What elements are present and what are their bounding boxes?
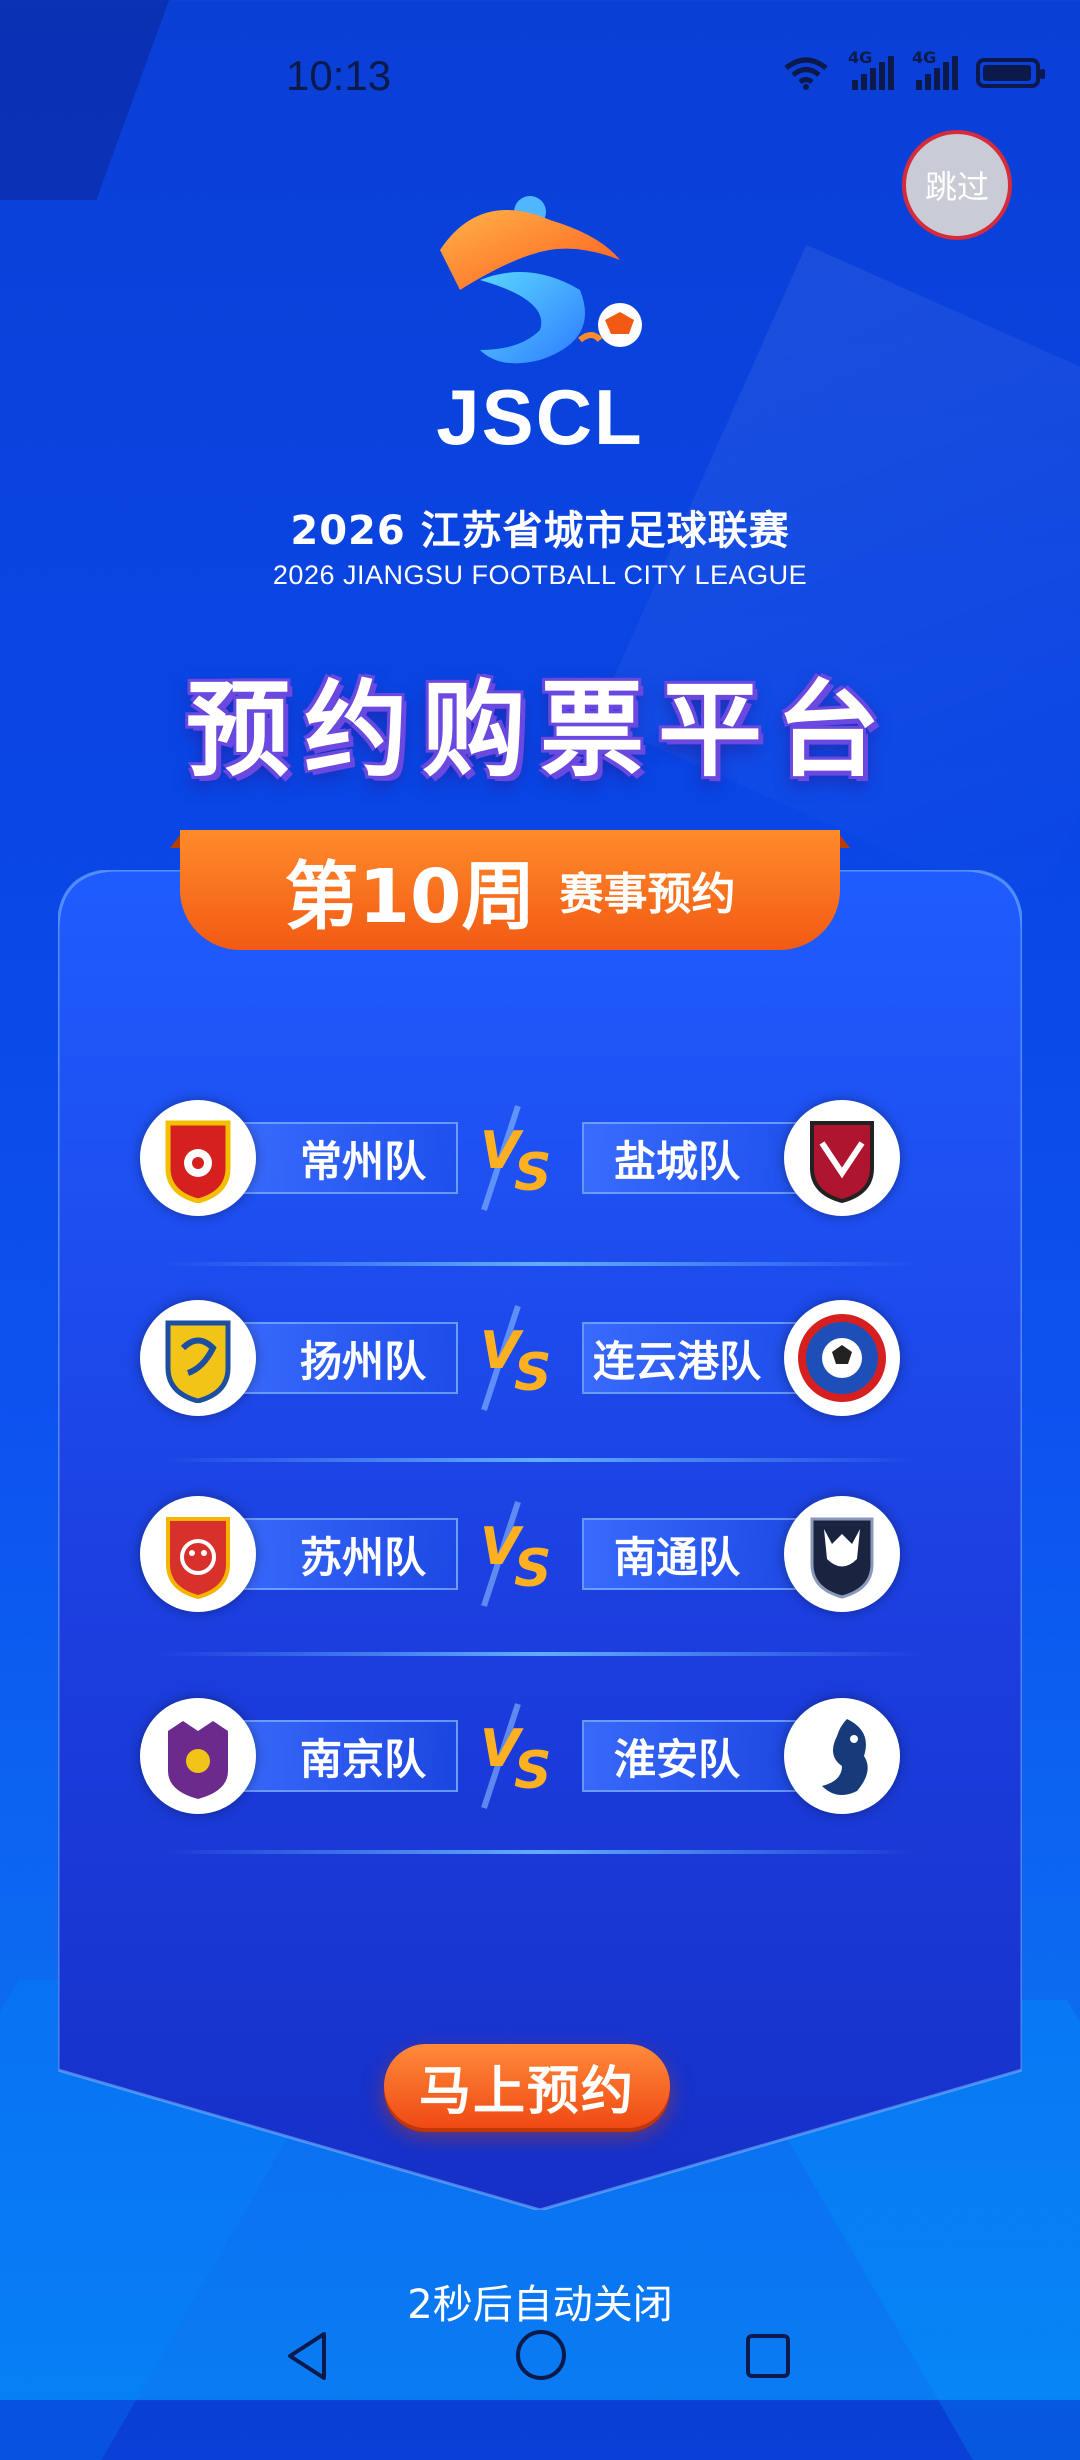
week-ribbon: 第10周 赛事预约 — [170, 830, 850, 950]
lianyungang-crest-icon — [784, 1300, 900, 1416]
svg-text:S: S — [514, 1741, 551, 1801]
logo-text: JSCL — [436, 373, 644, 461]
divider — [160, 1262, 920, 1266]
vs-icon: V S — [480, 1501, 551, 1607]
away-team-name: 南通队 — [582, 1518, 808, 1590]
jscl-logo-icon — [440, 196, 642, 364]
wifi-icon — [784, 57, 828, 90]
away-team-name: 淮安队 — [582, 1720, 808, 1792]
cell-signal-icon: 4G — [848, 48, 894, 90]
nantong-crest-icon — [784, 1496, 900, 1612]
svg-text:S: S — [514, 1343, 551, 1403]
svg-text:S: S — [514, 1143, 551, 1203]
status-icons: 4G 4G — [782, 48, 1045, 90]
vs-icon: V S — [480, 1105, 551, 1211]
cell-signal-icon: 4G — [912, 48, 958, 90]
divider — [160, 1850, 920, 1854]
status-time: 10:13 — [286, 52, 392, 99]
suzhou-crest-icon — [140, 1496, 256, 1612]
match-row[interactable]: 苏州队 V S 南通队 — [140, 1494, 900, 1614]
match-row[interactable]: 南京队 V S 淮安队 — [140, 1696, 900, 1816]
huaian-crest-icon — [784, 1698, 900, 1814]
divider — [160, 1652, 920, 1656]
changzhou-crest-icon — [140, 1100, 256, 1216]
nanjing-crest-icon — [140, 1698, 256, 1814]
network-type-label: 4G — [848, 48, 873, 67]
divider — [160, 1458, 920, 1462]
network-type-label: 4G — [912, 48, 937, 67]
week-sublabel: 赛事预约 — [559, 869, 736, 920]
home-icon[interactable] — [514, 2328, 568, 2382]
away-team-name: 盐城队 — [582, 1122, 808, 1194]
yancheng-crest-icon — [784, 1100, 900, 1216]
home-team-name: 常州队 — [232, 1122, 458, 1194]
navigation-bar — [0, 2300, 1080, 2400]
match-row[interactable]: 扬州队 V S 连云港队 — [140, 1298, 900, 1418]
home-team-name: 南京队 — [232, 1720, 458, 1792]
back-icon[interactable] — [282, 2328, 332, 2384]
page-title: 预约购票平台 — [185, 669, 894, 791]
recent-apps-icon[interactable] — [744, 2332, 792, 2380]
match-row[interactable]: 常州队 V S 盐城队 — [140, 1098, 900, 1218]
league-title-cn: 2026 江苏省城市足球联赛 — [290, 508, 790, 554]
vs-icon: V S — [480, 1703, 551, 1809]
svg-text:S: S — [514, 1539, 551, 1599]
status-bar: 10:13 4G 4G — [0, 0, 1080, 160]
home-team-name: 苏州队 — [232, 1518, 458, 1590]
home-team-name: 扬州队 — [232, 1322, 458, 1394]
battery-icon — [976, 58, 1045, 88]
league-title-en: 2026 JIANGSU FOOTBALL CITY LEAGUE — [272, 560, 808, 590]
skip-button[interactable]: 跳过 — [902, 130, 1012, 240]
vs-icon: V S — [480, 1305, 551, 1411]
away-team-name: 连云港队 — [582, 1322, 808, 1394]
yangzhou-crest-icon — [140, 1300, 256, 1416]
book-now-button[interactable]: 马上预约 — [384, 2044, 670, 2128]
week-label: 第10周 — [284, 853, 536, 940]
